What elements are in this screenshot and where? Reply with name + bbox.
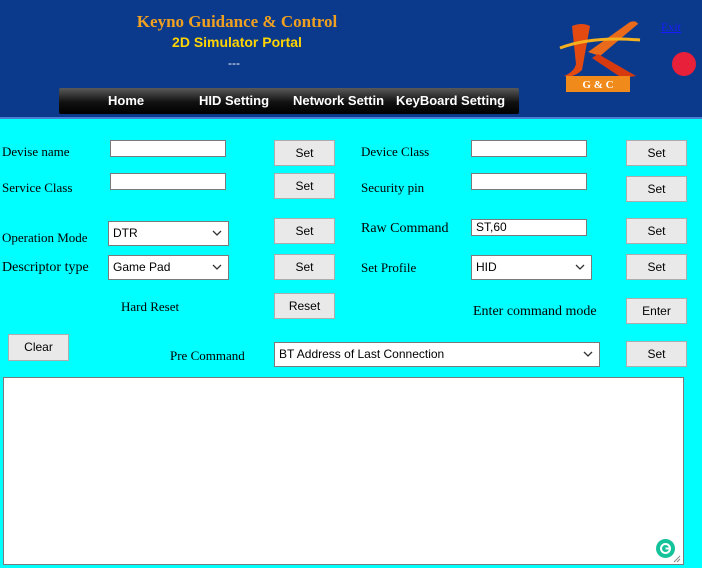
descriptor-type-label: Descriptor type bbox=[2, 260, 89, 275]
security-pin-label: Security pin bbox=[361, 180, 425, 195]
logo-text: G & C bbox=[582, 79, 613, 91]
enter-command-mode-label: Enter command mode bbox=[473, 304, 597, 319]
status-indicator-icon bbox=[672, 52, 696, 76]
reset-button[interactable]: Reset bbox=[274, 293, 335, 319]
nav-bar: Home HID Setting Network Settin KeyBoard… bbox=[59, 88, 519, 114]
clear-button[interactable]: Clear bbox=[8, 334, 69, 361]
nav-item-hid-setting[interactable]: HID Setting bbox=[199, 88, 289, 114]
set-pre-command-button[interactable]: Set bbox=[626, 341, 687, 367]
chevron-down-icon bbox=[212, 264, 222, 270]
operation-mode-label: Operation Mode bbox=[2, 230, 88, 245]
nav-item-keyboard-setting[interactable]: KeyBoard Setting bbox=[396, 88, 516, 114]
set-operation-mode-button[interactable]: Set bbox=[274, 218, 335, 244]
hard-reset-label: Hard Reset bbox=[121, 299, 180, 314]
pre-command-select[interactable]: BT Address of Last Connection bbox=[274, 342, 600, 367]
set-profile-label: Set Profile bbox=[361, 260, 417, 275]
pre-command-value: BT Address of Last Connection bbox=[279, 347, 445, 361]
set-profile-select[interactable]: HID bbox=[471, 255, 592, 280]
service-class-input[interactable] bbox=[110, 173, 226, 190]
devise-name-label: Devise name bbox=[2, 144, 70, 159]
operation-mode-value: DTR bbox=[113, 226, 138, 240]
app-subtitle: 2D Simulator Portal bbox=[172, 34, 302, 50]
set-devise-name-button[interactable]: Set bbox=[274, 140, 335, 166]
service-class-label: Service Class bbox=[2, 180, 73, 195]
device-class-input[interactable] bbox=[471, 140, 587, 157]
device-class-label: Device Class bbox=[361, 144, 430, 159]
pre-command-label: Pre Command bbox=[170, 348, 245, 363]
devise-name-input[interactable] bbox=[110, 140, 226, 157]
enter-button[interactable]: Enter bbox=[626, 298, 687, 324]
set-descriptor-type-button[interactable]: Set bbox=[274, 254, 335, 280]
set-raw-command-button[interactable]: Set bbox=[626, 218, 687, 244]
set-service-class-button[interactable]: Set bbox=[274, 173, 335, 199]
output-textarea[interactable] bbox=[3, 377, 684, 565]
security-pin-input[interactable] bbox=[471, 173, 587, 190]
descriptor-type-select[interactable]: Game Pad bbox=[108, 255, 229, 280]
exit-link[interactable]: Exit bbox=[661, 20, 681, 35]
raw-command-label: Raw Command bbox=[361, 221, 449, 236]
resize-handle-icon[interactable] bbox=[672, 554, 681, 563]
nav-item-home[interactable]: Home bbox=[108, 88, 168, 114]
status-dash: --- bbox=[228, 56, 240, 70]
keyno-kgc-logo-icon: G & C bbox=[559, 21, 641, 92]
app-header: Keyno Guidance & Control 2D Simulator Po… bbox=[0, 0, 702, 119]
chevron-down-icon bbox=[212, 230, 222, 236]
nav-item-network-setting[interactable]: Network Settin bbox=[293, 88, 385, 114]
set-device-class-button[interactable]: Set bbox=[626, 140, 687, 166]
chevron-down-icon bbox=[583, 351, 593, 357]
chevron-down-icon bbox=[575, 264, 585, 270]
set-security-pin-button[interactable]: Set bbox=[626, 176, 687, 202]
app-title: Keyno Guidance & Control bbox=[136, 12, 338, 31]
operation-mode-select[interactable]: DTR bbox=[108, 221, 229, 246]
set-profile-value: HID bbox=[476, 260, 497, 274]
descriptor-type-value: Game Pad bbox=[113, 260, 171, 274]
set-profile-button[interactable]: Set bbox=[626, 254, 687, 280]
raw-command-input[interactable]: ST,60 bbox=[471, 219, 587, 236]
